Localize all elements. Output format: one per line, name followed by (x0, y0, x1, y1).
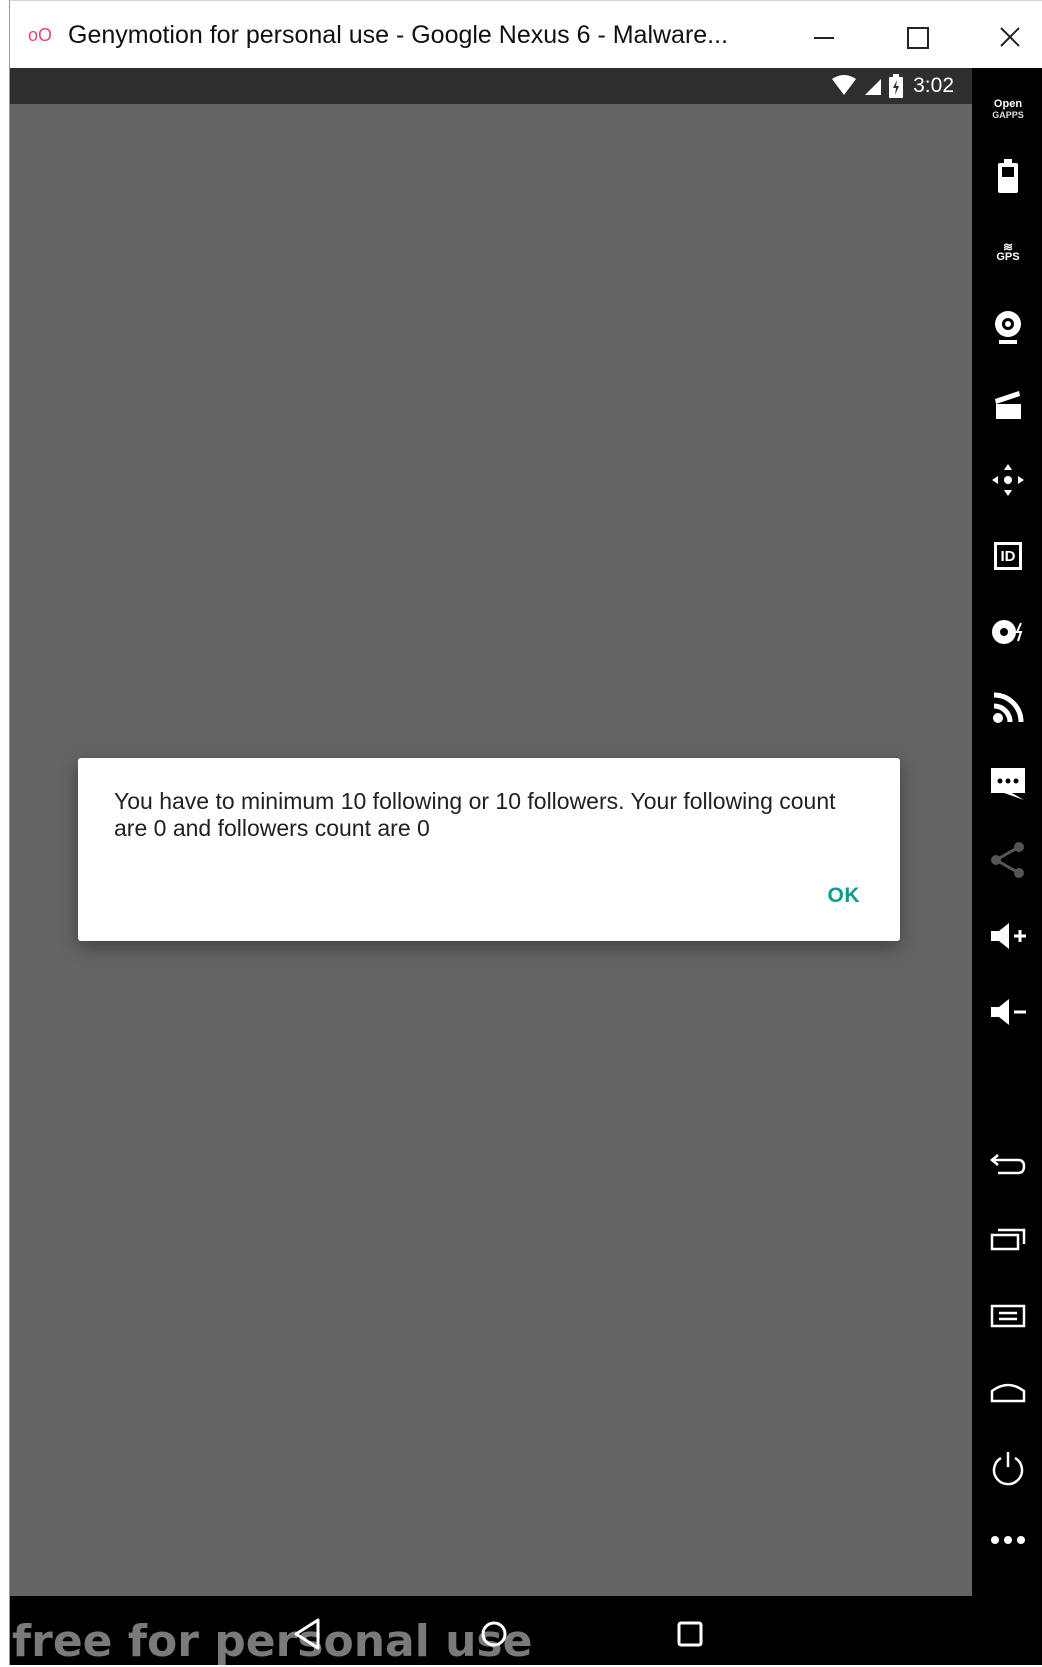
wifi-icon (832, 75, 857, 95)
back-arrow-icon (990, 1154, 1026, 1175)
device-display: 3:02 You have to minimum 10 following or… (10, 68, 972, 1667)
share-button[interactable] (984, 836, 1032, 884)
clapperboard-icon (995, 391, 1021, 419)
dialog-message: You have to minimum 10 following or 10 f… (114, 788, 836, 841)
volume-up-icon (991, 923, 1026, 949)
battery-widget-button[interactable] (984, 152, 1032, 200)
maximize-icon (907, 27, 929, 49)
window-title: Genymotion for personal use - Google Nex… (68, 21, 729, 49)
cell-signal-icon (865, 79, 882, 95)
rss-cast-icon (993, 692, 1024, 723)
close-button[interactable] (988, 15, 1038, 57)
watermark-text: free for personal use (12, 1616, 533, 1667)
volume-down-icon (991, 999, 1026, 1025)
power-button[interactable] (984, 1444, 1032, 1492)
gps-widget-button[interactable]: ≋ GPS (984, 228, 1032, 276)
id-icon: ID (994, 542, 1022, 570)
minimize-button[interactable] (800, 15, 850, 57)
gps-icon: ≋ GPS (996, 240, 1020, 263)
android-nav-bar: free for personal use (10, 1596, 972, 1667)
volume-down-button[interactable] (984, 988, 1032, 1036)
sms-widget-button[interactable] (984, 760, 1032, 808)
recent-apps-icon (990, 1228, 1026, 1251)
home-circle-icon (481, 1621, 507, 1647)
genymotion-toolbar: Open GAPPS ≋ GPS ID (972, 68, 1042, 1665)
emulator-window: oO Genymotion for personal use - Google … (9, 0, 1042, 1667)
nav-recent-apps-button[interactable] (670, 1614, 710, 1654)
volume-up-button[interactable] (984, 912, 1032, 960)
power-icon (992, 1452, 1024, 1486)
sms-icon (991, 768, 1025, 800)
gapps-label: GAPPS (992, 110, 1024, 120)
toolbar-recent-apps-button[interactable] (984, 1216, 1032, 1264)
webcam-icon (995, 311, 1021, 344)
maximize-button[interactable] (896, 15, 946, 57)
home-icon (990, 1383, 1026, 1403)
open-gapps-icon: Open GAPPS (992, 99, 1024, 121)
share-icon (991, 842, 1024, 878)
genymotion-logo-icon: oO (28, 25, 53, 45)
screencast-widget-button[interactable] (984, 380, 1032, 428)
close-icon (1000, 27, 1020, 47)
disk-io-button[interactable] (984, 608, 1032, 656)
android-status-bar: 3:02 (10, 68, 972, 104)
more-button[interactable] (984, 1516, 1032, 1564)
status-clock: 3:02 (913, 74, 954, 97)
toolbar-back-button[interactable] (984, 1140, 1032, 1188)
remote-control-button[interactable] (984, 456, 1032, 504)
battery-icon (998, 159, 1018, 193)
nav-home-button[interactable] (474, 1614, 514, 1654)
title-bar[interactable]: oO Genymotion for personal use - Google … (10, 0, 1042, 69)
back-triangle-icon (294, 1618, 320, 1650)
open-gapps-label: Open (993, 98, 1023, 110)
battery-icon (889, 74, 904, 98)
disk-io-icon (992, 620, 1023, 644)
minimize-icon (814, 37, 834, 39)
webcam-widget-button[interactable] (984, 304, 1032, 352)
menu-icon (990, 1304, 1026, 1328)
recent-apps-square-icon (677, 1621, 703, 1647)
cast-widget-button[interactable] (984, 684, 1032, 732)
id-label: ID (1000, 547, 1016, 565)
toolbar-menu-button[interactable] (984, 1292, 1032, 1340)
app-screen: You have to minimum 10 following or 10 f… (10, 104, 972, 1596)
more-dots-icon (991, 1536, 1025, 1544)
open-gapps-button[interactable]: Open GAPPS (984, 86, 1032, 134)
ok-button[interactable]: OK (828, 884, 861, 908)
device-id-button[interactable]: ID (984, 532, 1032, 580)
toolbar-home-button[interactable] (984, 1368, 1032, 1416)
alert-dialog: You have to minimum 10 following or 10 f… (78, 758, 900, 941)
nav-back-button[interactable] (288, 1614, 328, 1654)
gps-label: GPS (996, 251, 1020, 263)
move-arrows-icon (992, 464, 1024, 496)
